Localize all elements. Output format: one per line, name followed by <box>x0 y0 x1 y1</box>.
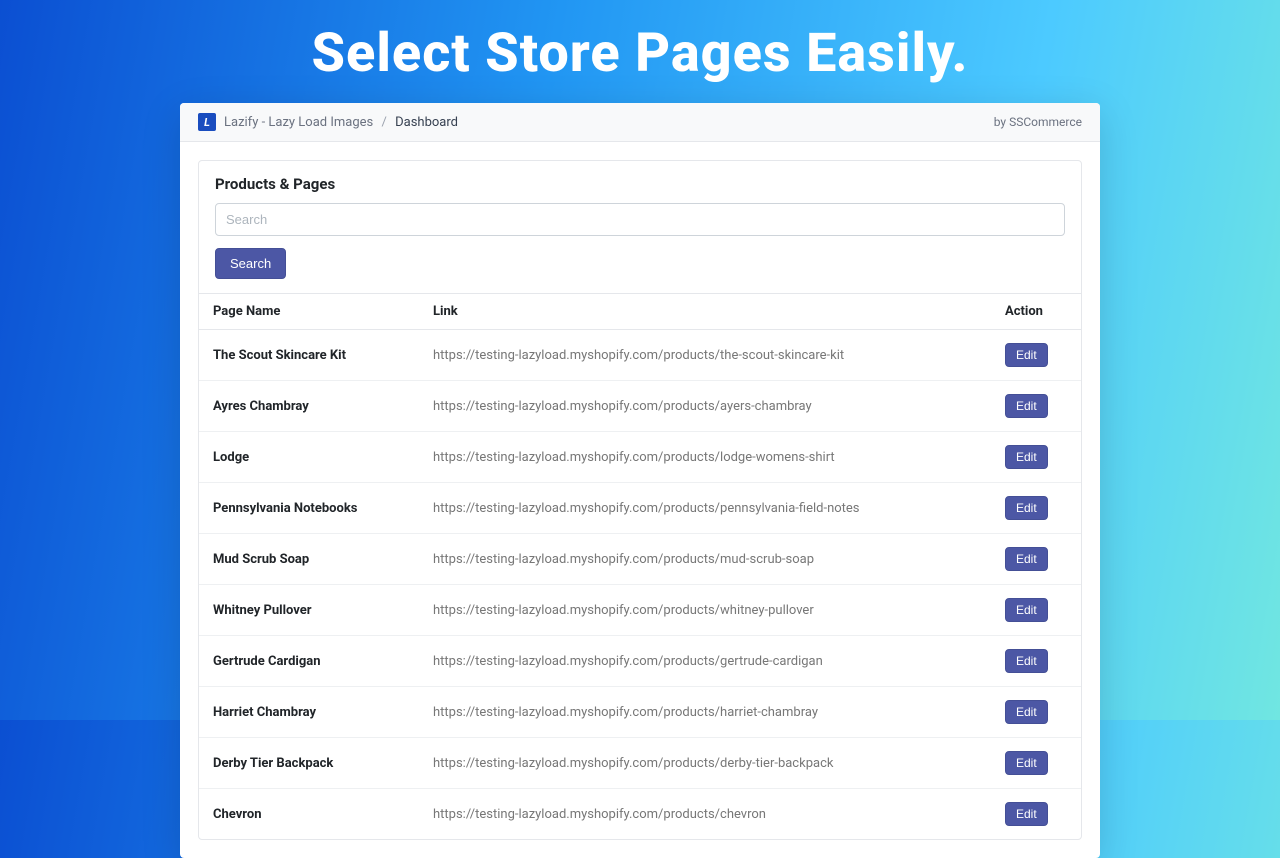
vendor-label: by SSCommerce <box>994 115 1082 129</box>
table-row: Lodgehttps://testing-lazyload.myshopify.… <box>199 432 1081 483</box>
table-row: Chevronhttps://testing-lazyload.myshopif… <box>199 789 1081 840</box>
app-header: L Lazify - Lazy Load Images / Dashboard … <box>180 103 1100 142</box>
action-cell: Edit <box>991 585 1081 636</box>
page-link-cell[interactable]: https://testing-lazyload.myshopify.com/p… <box>419 432 991 483</box>
breadcrumb-app[interactable]: Lazify - Lazy Load Images <box>224 115 373 130</box>
table-row: Harriet Chambrayhttps://testing-lazyload… <box>199 687 1081 738</box>
page-name-cell: Gertrude Cardigan <box>199 636 419 687</box>
page-link-cell[interactable]: https://testing-lazyload.myshopify.com/p… <box>419 483 991 534</box>
page-name-cell: Pennsylvania Notebooks <box>199 483 419 534</box>
panel-title: Products & Pages <box>199 161 1081 203</box>
breadcrumb-current: Dashboard <box>395 115 458 130</box>
page-name-cell: Whitney Pullover <box>199 585 419 636</box>
action-cell: Edit <box>991 789 1081 840</box>
page-link-cell[interactable]: https://testing-lazyload.myshopify.com/p… <box>419 636 991 687</box>
page-link-cell[interactable]: https://testing-lazyload.myshopify.com/p… <box>419 585 991 636</box>
edit-button[interactable]: Edit <box>1005 802 1048 826</box>
action-cell: Edit <box>991 534 1081 585</box>
action-cell: Edit <box>991 483 1081 534</box>
page-name-cell: Mud Scrub Soap <box>199 534 419 585</box>
action-cell: Edit <box>991 432 1081 483</box>
action-cell: Edit <box>991 636 1081 687</box>
edit-button[interactable]: Edit <box>1005 751 1048 775</box>
edit-button[interactable]: Edit <box>1005 700 1048 724</box>
products-pages-panel: Products & Pages Search Page Name Link A… <box>198 160 1082 840</box>
edit-button[interactable]: Edit <box>1005 598 1048 622</box>
page-link-cell[interactable]: https://testing-lazyload.myshopify.com/p… <box>419 534 991 585</box>
hero-title: Select Store Pages Easily. <box>0 0 1280 103</box>
page-link-cell[interactable]: https://testing-lazyload.myshopify.com/p… <box>419 687 991 738</box>
table-row: Pennsylvania Notebookshttps://testing-la… <box>199 483 1081 534</box>
page-name-cell: Harriet Chambray <box>199 687 419 738</box>
edit-button[interactable]: Edit <box>1005 649 1048 673</box>
page-name-cell: The Scout Skincare Kit <box>199 330 419 381</box>
page-link-cell[interactable]: https://testing-lazyload.myshopify.com/p… <box>419 330 991 381</box>
page-link-cell[interactable]: https://testing-lazyload.myshopify.com/p… <box>419 738 991 789</box>
table-row: Whitney Pulloverhttps://testing-lazyload… <box>199 585 1081 636</box>
action-cell: Edit <box>991 738 1081 789</box>
page-name-cell: Chevron <box>199 789 419 840</box>
table-row: The Scout Skincare Kithttps://testing-la… <box>199 330 1081 381</box>
search-button[interactable]: Search <box>215 248 286 279</box>
table-row: Derby Tier Backpackhttps://testing-lazyl… <box>199 738 1081 789</box>
app-logo-icon: L <box>198 113 216 131</box>
edit-button[interactable]: Edit <box>1005 394 1048 418</box>
edit-button[interactable]: Edit <box>1005 496 1048 520</box>
products-table: Page Name Link Action The Scout Skincare… <box>199 293 1081 839</box>
col-page-name: Page Name <box>199 294 419 330</box>
page-link-cell[interactable]: https://testing-lazyload.myshopify.com/p… <box>419 381 991 432</box>
action-cell: Edit <box>991 381 1081 432</box>
action-cell: Edit <box>991 330 1081 381</box>
breadcrumb-separator: / <box>381 115 386 130</box>
page-name-cell: Derby Tier Backpack <box>199 738 419 789</box>
edit-button[interactable]: Edit <box>1005 445 1048 469</box>
edit-button[interactable]: Edit <box>1005 343 1048 367</box>
col-link: Link <box>419 294 991 330</box>
table-row: Ayres Chambrayhttps://testing-lazyload.m… <box>199 381 1081 432</box>
page-name-cell: Ayres Chambray <box>199 381 419 432</box>
page-name-cell: Lodge <box>199 432 419 483</box>
table-row: Mud Scrub Soaphttps://testing-lazyload.m… <box>199 534 1081 585</box>
edit-button[interactable]: Edit <box>1005 547 1048 571</box>
page-link-cell[interactable]: https://testing-lazyload.myshopify.com/p… <box>419 789 991 840</box>
action-cell: Edit <box>991 687 1081 738</box>
app-window: L Lazify - Lazy Load Images / Dashboard … <box>180 103 1100 858</box>
table-row: Gertrude Cardiganhttps://testing-lazyloa… <box>199 636 1081 687</box>
search-input[interactable] <box>215 203 1065 236</box>
col-action: Action <box>991 294 1081 330</box>
